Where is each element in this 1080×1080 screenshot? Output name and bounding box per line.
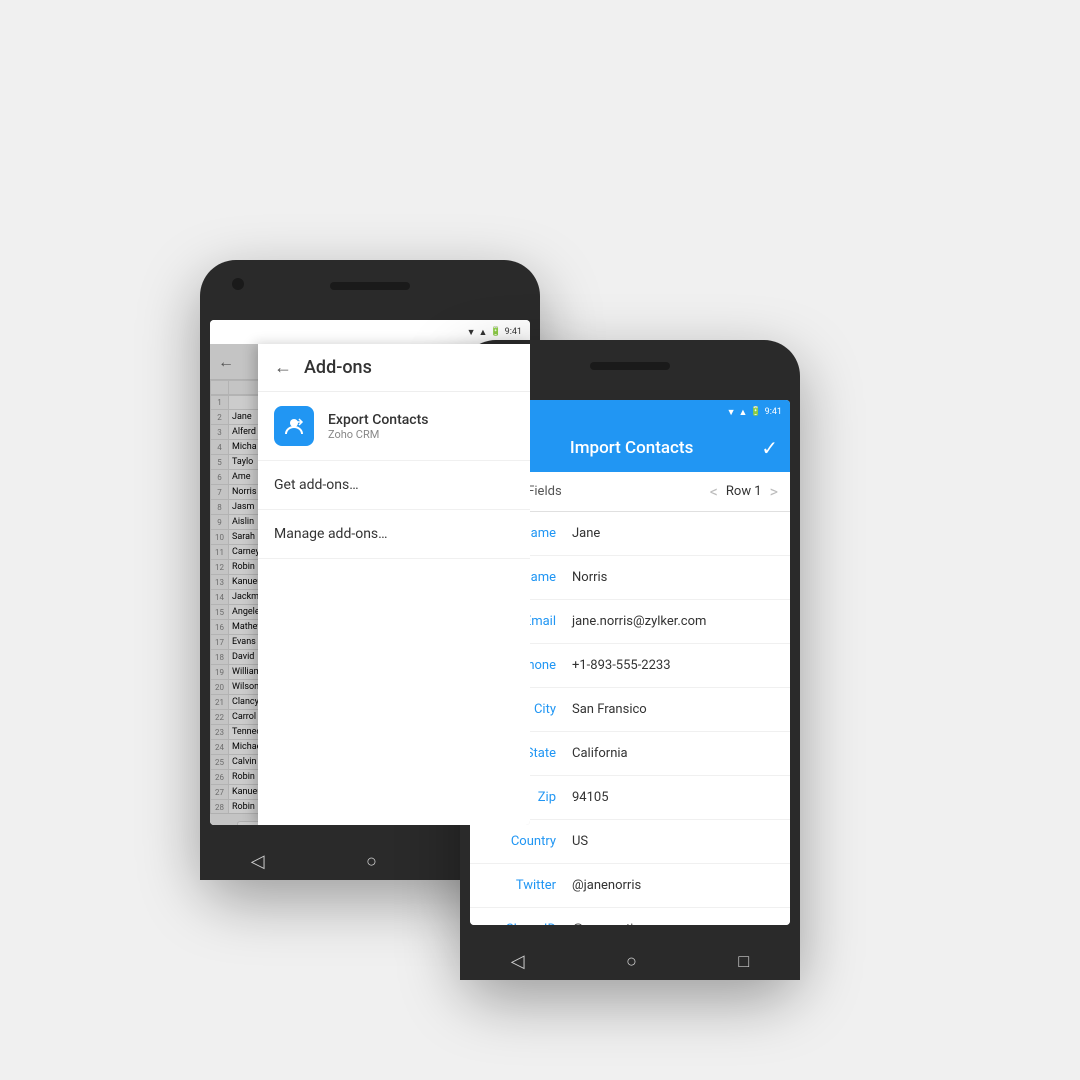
addons-panel: ← Add-ons Expor: [258, 344, 530, 825]
phone-left-camera: [232, 278, 244, 290]
nav-back-right[interactable]: ◁: [511, 951, 525, 972]
addon-export-contacts[interactable]: Export Contacts Zoho CRM: [258, 392, 530, 461]
field-value: +1-893-555-2233: [572, 658, 778, 673]
time-right: 9:41: [765, 407, 782, 417]
nav-home-left[interactable]: ○: [366, 851, 377, 872]
import-title: Import Contacts: [570, 438, 693, 458]
phone-left-speaker: [330, 282, 410, 290]
addons-title: Add-ons: [304, 357, 372, 378]
phone-right-nav: ◁ ○ □: [460, 943, 800, 980]
time-left: 9:41: [505, 327, 522, 337]
next-row-btn[interactable]: >: [770, 482, 778, 501]
manage-addons-item[interactable]: Manage add-ons…: [258, 510, 530, 559]
field-label: Skype ID: [482, 922, 572, 925]
field-value: California: [572, 746, 778, 761]
prev-row-btn[interactable]: <: [710, 482, 718, 501]
field-label: Twitter: [482, 878, 572, 893]
addon-name: Export Contacts: [328, 412, 428, 428]
import-check-icon[interactable]: ✓: [761, 436, 778, 460]
phone-right-speaker: [590, 362, 670, 370]
scene: ▼ ▲ 🔋 9:41 ← A B C: [140, 140, 940, 940]
battery-icon-right: 🔋: [750, 407, 761, 417]
field-value: US: [572, 834, 778, 849]
addon-icon: [274, 406, 314, 446]
status-icons-left: ▼ ▲ 🔋 9:41: [467, 327, 522, 338]
addons-overlay: ← Add-ons Expor: [210, 344, 530, 825]
field-value: Norris: [572, 570, 778, 585]
signal-icon: ▲: [479, 327, 488, 338]
addons-header: ← Add-ons: [258, 344, 530, 392]
phone-left: ▼ ▲ 🔋 9:41 ← A B C: [200, 260, 540, 880]
phone-left-screen: ▼ ▲ 🔋 9:41 ← A B C: [210, 320, 530, 825]
status-icons-right: ▼ ▲ 🔋 9:41: [727, 407, 782, 418]
field-value: @janenorris: [572, 878, 778, 893]
row-label: Row 1: [726, 484, 762, 499]
addon-subtitle: Zoho CRM: [328, 428, 428, 441]
field-value: jane.norris@zylker.com: [572, 614, 778, 629]
field-value: Jane: [572, 526, 778, 541]
field-row: Skype ID@connectjane: [470, 908, 790, 925]
status-bar-left: ▼ ▲ 🔋 9:41: [210, 320, 530, 344]
nav-back-left[interactable]: ◁: [251, 851, 265, 872]
wifi-icon: ▼: [467, 327, 476, 338]
signal-icon-right: ▲: [739, 407, 748, 418]
battery-icon: 🔋: [490, 327, 501, 337]
field-value: San Fransico: [572, 702, 778, 717]
field-row: Twitter@janenorris: [470, 864, 790, 908]
field-row: CountryUS: [470, 820, 790, 864]
addon-details: Export Contacts Zoho CRM: [328, 412, 428, 441]
get-addons-item[interactable]: Get add-ons…: [258, 461, 530, 510]
addons-back-arrow[interactable]: ←: [274, 357, 292, 378]
field-value: @connectjane: [572, 922, 778, 925]
nav-recent-right[interactable]: □: [738, 951, 749, 972]
wifi-icon-right: ▼: [727, 407, 736, 418]
nav-home-right[interactable]: ○: [626, 951, 637, 972]
row-nav: < Row 1 >: [710, 482, 778, 501]
field-label: Country: [482, 834, 572, 849]
field-value: 94105: [572, 790, 778, 805]
